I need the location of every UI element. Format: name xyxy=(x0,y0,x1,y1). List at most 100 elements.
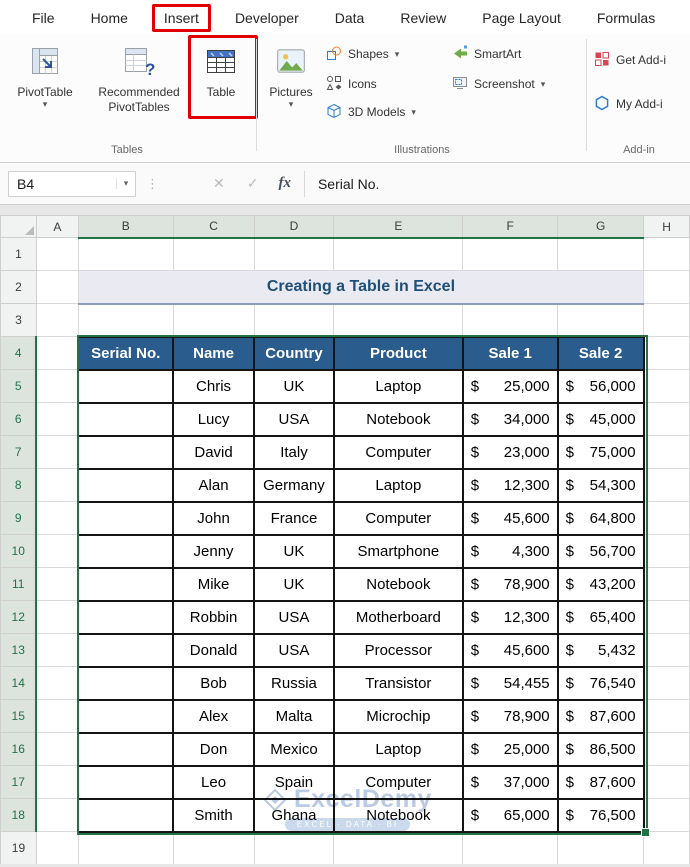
cell-C19[interactable] xyxy=(172,831,255,864)
cell-C9[interactable]: John xyxy=(172,500,255,536)
cell-D15[interactable]: Malta xyxy=(253,698,335,734)
row-header-15[interactable]: 15 xyxy=(0,699,38,733)
cell-B11[interactable] xyxy=(77,566,175,602)
cell-A18[interactable] xyxy=(35,798,79,832)
cell-B12[interactable] xyxy=(77,599,175,635)
fill-handle[interactable] xyxy=(641,828,650,837)
row-header-6[interactable]: 6 xyxy=(0,402,38,436)
cell-A4[interactable] xyxy=(35,336,79,370)
cell-H7[interactable] xyxy=(643,435,690,469)
cell-A13[interactable] xyxy=(35,633,79,667)
cell-F16[interactable]: $25,000 xyxy=(461,731,559,767)
cell-D18[interactable]: Ghana xyxy=(253,797,335,833)
cell-D14[interactable]: Russia xyxy=(253,665,335,701)
col-header-E[interactable]: E xyxy=(333,215,464,239)
cell-H8[interactable] xyxy=(643,468,690,502)
cell-C8[interactable]: Alan xyxy=(172,467,255,503)
cell-E5[interactable]: Laptop xyxy=(332,368,464,404)
cell-G18[interactable]: $76,500 xyxy=(556,797,645,833)
row-header-9[interactable]: 9 xyxy=(0,501,38,535)
row-header-14[interactable]: 14 xyxy=(0,666,38,700)
cell-E12[interactable]: Motherboard xyxy=(332,599,464,635)
cancel-icon[interactable]: ✕ xyxy=(213,175,225,192)
cell-D13[interactable]: USA xyxy=(253,632,335,668)
cell-D5[interactable]: UK xyxy=(253,368,335,404)
cell-H11[interactable] xyxy=(643,567,690,601)
cell-G5[interactable]: $56,000 xyxy=(556,368,645,404)
cell-E14[interactable]: Transistor xyxy=(332,665,464,701)
cell-H2[interactable] xyxy=(643,270,690,304)
pivottable-button[interactable]: PivotTable ▾ xyxy=(4,38,86,138)
cell-C3[interactable] xyxy=(172,303,255,337)
cell-E13[interactable]: Processor xyxy=(332,632,464,668)
col-header-G[interactable]: G xyxy=(557,215,645,239)
worksheet-title-cell[interactable]: Creating a Table in Excel xyxy=(77,270,645,305)
cell-G8[interactable]: $54,300 xyxy=(556,467,645,503)
cell-C14[interactable]: Bob xyxy=(172,665,255,701)
cell-D8[interactable]: Germany xyxy=(253,467,335,503)
cell-F11[interactable]: $78,900 xyxy=(461,566,559,602)
cell-E18[interactable]: Notebook xyxy=(332,797,464,833)
row-header-11[interactable]: 11 xyxy=(0,567,38,601)
cell-H17[interactable] xyxy=(643,765,690,799)
cell-F6[interactable]: $34,000 xyxy=(461,401,559,437)
cell-G14[interactable]: $76,540 xyxy=(556,665,645,701)
col-header-B[interactable]: B xyxy=(77,215,174,239)
cell-B3[interactable] xyxy=(77,303,174,337)
cell-C1[interactable] xyxy=(172,237,255,271)
cell-D7[interactable]: Italy xyxy=(253,434,335,470)
cell-C13[interactable]: Donald xyxy=(172,632,255,668)
cell-E17[interactable]: Computer xyxy=(332,764,464,800)
cell-G17[interactable]: $87,600 xyxy=(556,764,645,800)
cell-B4[interactable]: Serial No. xyxy=(77,335,175,371)
cell-A15[interactable] xyxy=(35,699,79,733)
cell-G6[interactable]: $45,000 xyxy=(556,401,645,437)
tab-page-layout[interactable]: Page Layout xyxy=(464,4,579,32)
cell-H13[interactable] xyxy=(643,633,690,667)
screenshot-button[interactable]: Screenshot ▾ xyxy=(452,73,545,95)
cell-B14[interactable] xyxy=(77,665,175,701)
cell-F18[interactable]: $65,000 xyxy=(461,797,559,833)
cell-A16[interactable] xyxy=(35,732,79,766)
cell-C16[interactable]: Don xyxy=(172,731,255,767)
cell-C6[interactable]: Lucy xyxy=(172,401,255,437)
cell-E10[interactable]: Smartphone xyxy=(332,533,464,569)
cell-B17[interactable] xyxy=(77,764,175,800)
cell-F4[interactable]: Sale 1 xyxy=(461,335,559,371)
shapes-button[interactable]: Shapes ▾ xyxy=(326,43,399,65)
cell-E6[interactable]: Notebook xyxy=(332,401,464,437)
cell-B5[interactable] xyxy=(77,368,175,404)
cell-D1[interactable] xyxy=(253,237,335,271)
formula-input[interactable]: Serial No. xyxy=(318,176,379,192)
cell-C11[interactable]: Mike xyxy=(172,566,255,602)
cell-G12[interactable]: $65,400 xyxy=(556,599,645,635)
cell-D12[interactable]: USA xyxy=(253,599,335,635)
my-add-ins-button[interactable]: My Add-i xyxy=(594,93,690,115)
cell-D4[interactable]: Country xyxy=(253,335,335,371)
cell-D10[interactable]: UK xyxy=(253,533,335,569)
cell-G16[interactable]: $86,500 xyxy=(556,731,645,767)
cell-B16[interactable] xyxy=(77,731,175,767)
cell-B6[interactable] xyxy=(77,401,175,437)
cell-E8[interactable]: Laptop xyxy=(332,467,464,503)
row-header-2[interactable]: 2 xyxy=(0,270,37,304)
cell-A12[interactable] xyxy=(35,600,79,634)
select-all-corner[interactable] xyxy=(0,215,37,238)
row-header-16[interactable]: 16 xyxy=(0,732,38,766)
cell-E3[interactable] xyxy=(333,303,464,337)
cell-A17[interactable] xyxy=(35,765,79,799)
cell-E9[interactable]: Computer xyxy=(332,500,464,536)
cell-A2[interactable] xyxy=(35,270,79,304)
cell-H12[interactable] xyxy=(643,600,690,634)
enter-icon[interactable]: ✓ xyxy=(247,175,259,192)
cell-E15[interactable]: Microchip xyxy=(332,698,464,734)
cell-G19[interactable] xyxy=(557,831,645,864)
row-header-4[interactable]: 4 xyxy=(0,336,38,370)
cell-C17[interactable]: Leo xyxy=(172,764,255,800)
cell-C18[interactable]: Smith xyxy=(172,797,255,833)
cell-E19[interactable] xyxy=(333,831,464,864)
tab-review[interactable]: Review xyxy=(382,4,464,32)
cell-G13[interactable]: $5,432 xyxy=(556,632,645,668)
cell-A14[interactable] xyxy=(35,666,79,700)
row-header-1[interactable]: 1 xyxy=(0,237,37,271)
